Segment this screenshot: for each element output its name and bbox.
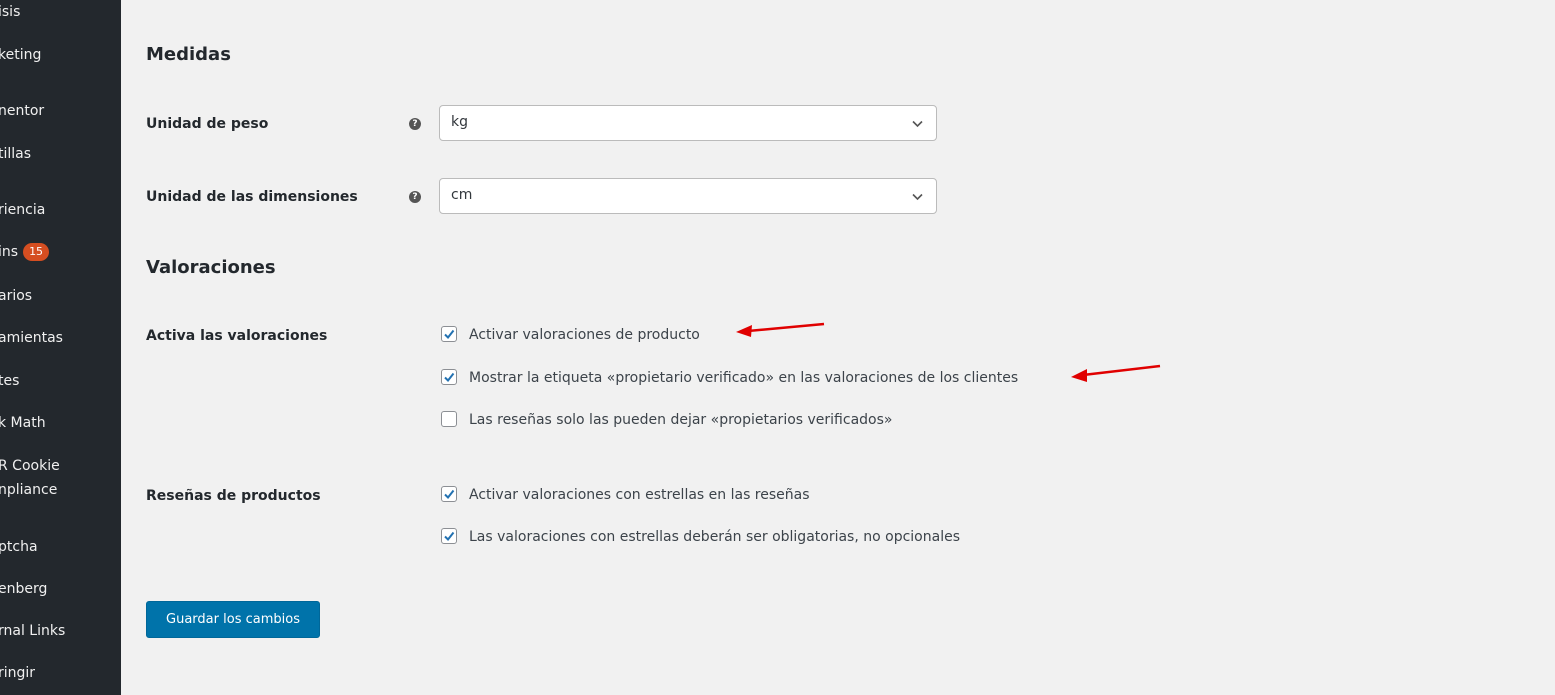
star-ratings-required-text: Las valoraciones con estrellas deberán s…: [469, 529, 960, 545]
sidebar-item-recaptcha[interactable]: ptcha: [0, 535, 38, 559]
sidebar-item-ajustes[interactable]: tes: [0, 369, 19, 393]
verified-owners-only-text: Las reseñas solo las pueden dejar «propi…: [469, 412, 893, 428]
question-circle-icon[interactable]: ?: [409, 191, 421, 203]
save-changes-button[interactable]: Guardar los cambios: [146, 601, 320, 638]
sidebar-item-herramientas[interactable]: amientas: [0, 326, 63, 350]
star-ratings-checkbox[interactable]: [441, 486, 457, 502]
sidebar-item-plantillas[interactable]: tillas: [0, 142, 31, 166]
admin-sidebar: isis keting nentor tillas riencia ins 15 …: [0, 0, 121, 695]
update-count-badge: 15: [23, 243, 50, 261]
weight-unit-label: Unidad de peso: [146, 116, 269, 132]
chevron-down-icon: [912, 193, 923, 201]
product-reviews-label: Reseñas de productos: [146, 488, 321, 504]
checkmark-icon: [444, 531, 455, 542]
chevron-down-icon: [912, 120, 923, 128]
verified-owners-only-checkbox[interactable]: [441, 411, 457, 427]
sidebar-item-apariencia[interactable]: riencia: [0, 198, 45, 222]
checkmark-icon: [444, 329, 455, 340]
enable-product-ratings-text: Activar valoraciones de producto: [469, 327, 700, 343]
sidebar-item-marketing[interactable]: keting: [0, 43, 41, 67]
settings-content: Medidas Unidad de peso ? kg Unidad de la…: [121, 0, 1555, 695]
annotation-arrow-icon: [736, 322, 825, 337]
sidebar-item-gdpr-cookie-line2[interactable]: npliance: [0, 478, 57, 502]
annotation-arrow-icon: [1071, 364, 1161, 382]
star-ratings-text: Activar valoraciones con estrellas en la…: [469, 487, 810, 503]
checkmark-icon: [444, 372, 455, 383]
sidebar-item-rank-math[interactable]: k Math: [0, 411, 46, 435]
sidebar-item-analisis[interactable]: isis: [0, 0, 20, 24]
star-ratings-required-checkbox[interactable]: [441, 528, 457, 544]
checkmark-icon: [444, 489, 455, 500]
sidebar-item-restringir[interactable]: ringir: [0, 661, 35, 685]
sidebar-item-internal-links[interactable]: rnal Links: [0, 619, 65, 643]
sidebar-item-plugins[interactable]: ins 15: [0, 240, 50, 264]
sidebar-item-gutenberg[interactable]: enberg: [0, 577, 47, 601]
enable-product-ratings-checkbox[interactable]: [441, 326, 457, 342]
verified-owner-label-checkbox[interactable]: [441, 369, 457, 385]
dimension-unit-select[interactable]: cm: [439, 178, 937, 214]
sidebar-item-gdpr-cookie[interactable]: R Cookie: [0, 454, 60, 478]
enable-ratings-label: Activa las valoraciones: [146, 328, 328, 344]
sidebar-item-elementor[interactable]: nentor: [0, 99, 44, 123]
sidebar-item-usuarios[interactable]: arios: [0, 284, 32, 308]
weight-unit-value: kg: [451, 114, 468, 130]
dimension-unit-label: Unidad de las dimensiones: [146, 189, 358, 205]
section-title-medidas: Medidas: [146, 44, 231, 65]
question-circle-icon[interactable]: ?: [409, 118, 421, 130]
weight-unit-select[interactable]: kg: [439, 105, 937, 141]
verified-owner-label-text: Mostrar la etiqueta «propietario verific…: [469, 370, 1019, 386]
section-title-valoraciones: Valoraciones: [146, 257, 276, 278]
dimension-unit-value: cm: [451, 187, 473, 203]
